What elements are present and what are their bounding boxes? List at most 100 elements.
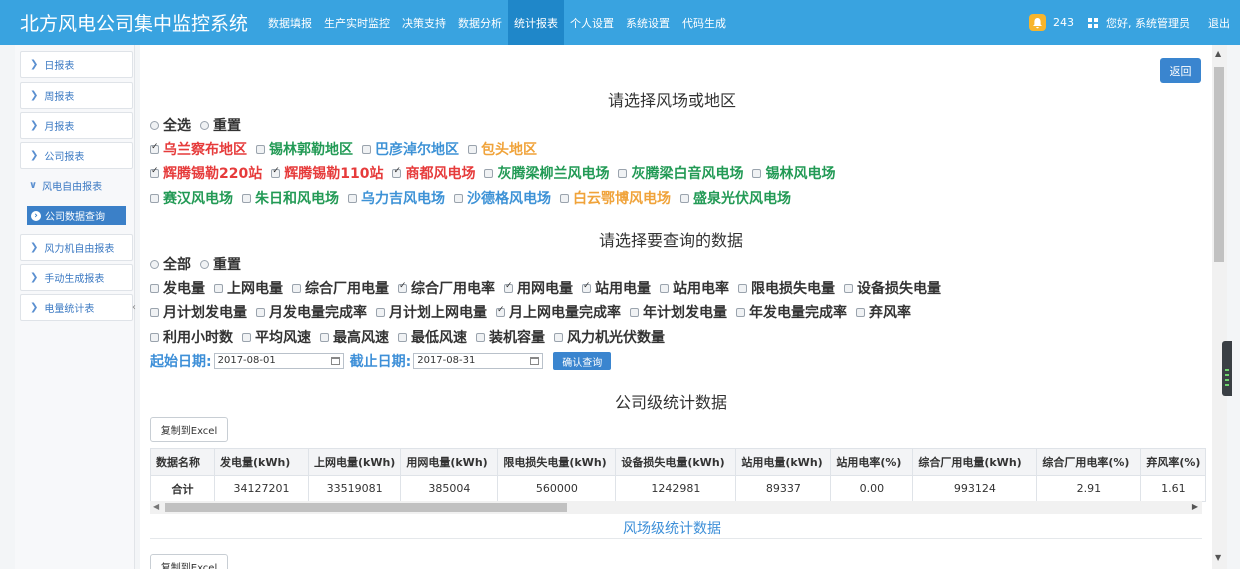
checkbox-option[interactable]: 灰腾梁白音风电场 bbox=[618, 163, 743, 183]
checkbox-box[interactable] bbox=[476, 332, 485, 342]
copy-to-excel-button[interactable]: 复制到Excel bbox=[150, 417, 228, 442]
checkbox-box[interactable] bbox=[376, 307, 385, 317]
checkbox-option[interactable]: 用网电量 bbox=[504, 278, 573, 298]
checkbox-box[interactable] bbox=[150, 307, 159, 317]
checkbox-option[interactable]: 设备损失电量 bbox=[844, 278, 941, 298]
checkbox-option[interactable]: 辉腾锡勒110站 bbox=[271, 163, 383, 183]
reset-radio[interactable]: 重置 bbox=[200, 115, 241, 135]
checkbox-option[interactable]: 最高风速 bbox=[320, 327, 389, 347]
checkbox-option[interactable]: 盛泉光伏风电场 bbox=[680, 188, 791, 208]
checkbox-option[interactable]: 月发电量完成率 bbox=[256, 302, 367, 322]
checkbox-box[interactable] bbox=[242, 193, 251, 203]
notification-button[interactable]: 243 bbox=[1029, 14, 1074, 31]
checkbox-box[interactable] bbox=[582, 281, 591, 293]
checkbox-option[interactable]: 综合厂用电率 bbox=[398, 278, 495, 298]
checkbox-box[interactable] bbox=[618, 168, 628, 178]
checkbox-box[interactable] bbox=[320, 332, 329, 342]
checkbox-option[interactable]: 站用电量 bbox=[582, 278, 651, 298]
checkbox-box[interactable] bbox=[630, 307, 639, 317]
checkbox-box[interactable] bbox=[348, 193, 357, 203]
scroll-left-icon[interactable]: ◀ bbox=[153, 502, 159, 511]
checkbox-option[interactable]: 综合厂用电量 bbox=[292, 278, 389, 298]
checkbox-option[interactable]: 朱日和风电场 bbox=[242, 188, 339, 208]
checkbox-box[interactable] bbox=[496, 305, 505, 317]
scroll-right-icon[interactable]: ▶ bbox=[1192, 502, 1198, 511]
checkbox-box[interactable] bbox=[504, 281, 513, 293]
checkbox-option[interactable]: 沙德格风电场 bbox=[454, 188, 551, 208]
sidebar-open-group[interactable]: ∨ 风电自由报表 bbox=[20, 172, 133, 199]
checkbox-box[interactable] bbox=[738, 283, 747, 293]
checkbox-box[interactable] bbox=[256, 307, 265, 317]
checkbox-option[interactable]: 上网电量 bbox=[214, 278, 283, 298]
confirm-query-button[interactable]: 确认查询 bbox=[553, 352, 612, 370]
end-date-input[interactable]: 2017-08-31 bbox=[413, 353, 544, 369]
checkbox-option[interactable]: 乌兰察布地区 bbox=[150, 139, 247, 159]
back-button[interactable]: 返回 bbox=[1160, 58, 1201, 83]
scroll-up-icon[interactable]: ▲ bbox=[1215, 49, 1221, 58]
sidebar-more-item-0[interactable]: ❯ 风力机自由报表 bbox=[20, 234, 133, 261]
apps-grid-icon[interactable] bbox=[1088, 17, 1098, 28]
checkbox-option[interactable]: 发电量 bbox=[150, 278, 205, 298]
checkbox-box[interactable] bbox=[398, 281, 407, 293]
checkbox-box[interactable] bbox=[150, 283, 159, 293]
checkbox-option[interactable]: 风力机光伏数量 bbox=[554, 327, 665, 347]
checkbox-option[interactable]: 站用电率 bbox=[660, 278, 729, 298]
checkbox-box[interactable] bbox=[392, 166, 402, 178]
copy-to-excel-button-2[interactable]: 复制到Excel bbox=[150, 554, 228, 569]
nav-item-0[interactable]: 数据填报 bbox=[262, 0, 318, 45]
page-vertical-scrollbar[interactable]: ▲ ▼ bbox=[1212, 45, 1227, 569]
nav-item-4[interactable]: 统计报表 bbox=[508, 0, 564, 45]
calendar-icon[interactable] bbox=[530, 357, 540, 365]
checkbox-box[interactable] bbox=[398, 332, 407, 342]
logout-link[interactable]: 退出 bbox=[1208, 15, 1230, 31]
start-date-input[interactable]: 2017-08-01 bbox=[213, 353, 344, 369]
calendar-icon[interactable] bbox=[330, 357, 340, 365]
checkbox-option[interactable]: 年计划发电量 bbox=[630, 302, 727, 322]
scroll-down-icon[interactable]: ▼ bbox=[1215, 553, 1221, 562]
sidebar-active-item[interactable]: › 公司数据查询 bbox=[27, 206, 126, 225]
checkbox-box[interactable] bbox=[554, 332, 563, 342]
checkbox-box[interactable] bbox=[660, 283, 669, 293]
scrollbar-thumb[interactable] bbox=[165, 503, 567, 512]
nav-item-5[interactable]: 个人设置 bbox=[564, 0, 620, 45]
checkbox-option[interactable]: 弃风率 bbox=[856, 302, 911, 322]
page-scrollbar-thumb[interactable] bbox=[1214, 67, 1224, 262]
checkbox-box[interactable] bbox=[856, 307, 865, 317]
nav-item-3[interactable]: 数据分析 bbox=[452, 0, 508, 45]
select-all-radio[interactable]: 全选 bbox=[150, 115, 191, 135]
table-horizontal-scrollbar[interactable]: ◀ ▶ bbox=[150, 501, 1202, 514]
checkbox-option[interactable]: 辉腾锡勒220站 bbox=[150, 163, 262, 183]
checkbox-box[interactable] bbox=[256, 144, 265, 154]
checkbox-box[interactable] bbox=[560, 193, 569, 203]
sidebar-more-item-2[interactable]: ❯ 电量统计表 bbox=[20, 294, 133, 321]
checkbox-option[interactable]: 月上网电量完成率 bbox=[496, 302, 621, 322]
checkbox-option[interactable]: 巴彦淖尔地区 bbox=[362, 139, 459, 159]
checkbox-option[interactable]: 限电损失电量 bbox=[738, 278, 835, 298]
checkbox-box[interactable] bbox=[150, 193, 159, 203]
checkbox-box[interactable] bbox=[736, 307, 745, 317]
checkbox-option[interactable]: 装机容量 bbox=[476, 327, 545, 347]
nav-item-7[interactable]: 代码生成 bbox=[676, 0, 732, 45]
nav-item-2[interactable]: 决策支持 bbox=[396, 0, 452, 45]
checkbox-option[interactable]: 商都风电场 bbox=[392, 163, 475, 183]
checkbox-box[interactable] bbox=[362, 144, 371, 154]
checkbox-box[interactable] bbox=[484, 168, 494, 178]
checkbox-option[interactable]: 平均风速 bbox=[242, 327, 311, 347]
checkbox-option[interactable]: 白云鄂博风电场 bbox=[560, 188, 671, 208]
checkbox-box[interactable] bbox=[214, 283, 223, 293]
side-widget-handle[interactable] bbox=[1222, 341, 1232, 396]
checkbox-option[interactable]: 月计划上网电量 bbox=[376, 302, 487, 322]
sidebar-collapse-icon[interactable]: ‹ bbox=[132, 302, 136, 313]
checkbox-option[interactable]: 最低风速 bbox=[398, 327, 467, 347]
checkbox-box[interactable] bbox=[292, 283, 301, 293]
checkbox-option[interactable]: 锡林郭勒地区 bbox=[256, 139, 353, 159]
sidebar-item-0[interactable]: ❯ 日报表 bbox=[20, 51, 133, 78]
sidebar-more-item-1[interactable]: ❯ 手动生成报表 bbox=[20, 264, 133, 291]
checkbox-box[interactable] bbox=[468, 144, 477, 154]
checkbox-box[interactable] bbox=[271, 166, 281, 178]
checkbox-option[interactable]: 灰腾梁柳兰风电场 bbox=[484, 163, 609, 183]
checkbox-option[interactable]: 利用小时数 bbox=[150, 327, 233, 347]
user-greeting[interactable]: 您好, 系统管理员 bbox=[1106, 15, 1190, 31]
checkbox-box[interactable] bbox=[150, 332, 159, 342]
checkbox-box[interactable] bbox=[752, 168, 762, 178]
